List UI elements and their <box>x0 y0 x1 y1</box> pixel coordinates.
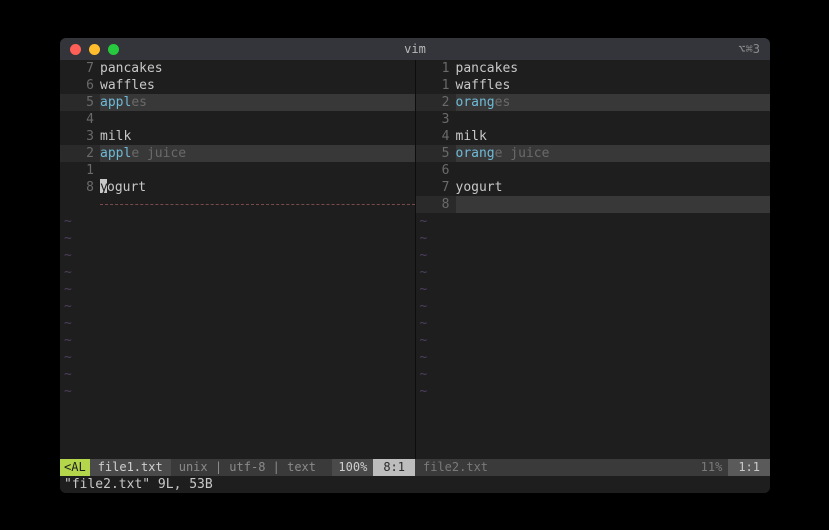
tilde-filler: ~ <box>416 247 771 264</box>
diff-highlight: orang <box>456 95 495 110</box>
line-text[interactable] <box>456 111 771 128</box>
statusbar-right: file2.txt 11% 1:1 <box>415 459 770 476</box>
mode-indicator: <AL <box>60 459 90 476</box>
tilde-filler: ~ <box>416 383 771 400</box>
line-text[interactable] <box>456 196 771 213</box>
line-number: 8 <box>60 179 100 196</box>
line-text[interactable]: milk <box>100 128 415 145</box>
tilde-filler: ~ <box>60 247 415 264</box>
diff-highlight: orang <box>456 146 495 161</box>
statusbar-left: <AL file1.txt unix | utf-8 | text 100% 8… <box>60 459 415 476</box>
tilde-filler: ~ <box>416 230 771 247</box>
position-left: 8:1 <box>373 459 415 476</box>
tilde-filler: ~ <box>60 213 415 230</box>
tilde-filler: ~ <box>60 264 415 281</box>
line-number: 1 <box>416 77 456 94</box>
terminal-window: vim ⌥⌘3 7pancakes6waffles5apples43milk2a… <box>60 38 770 493</box>
line-number: 6 <box>416 162 456 179</box>
tilde-filler: ~ <box>60 366 415 383</box>
tilde-filler: ~ <box>60 332 415 349</box>
tilde-filler: ~ <box>416 298 771 315</box>
tilde-filler: ~ <box>60 383 415 400</box>
line-number: 4 <box>60 111 100 128</box>
window-title: vim <box>60 41 770 58</box>
right-pane[interactable]: 1pancakes1waffles2oranges34milk5orange j… <box>416 60 771 459</box>
file-meta: unix | utf-8 | text <box>171 459 324 476</box>
command-line[interactable]: "file2.txt" 9L, 53B <box>60 476 770 493</box>
filename-right: file2.txt <box>415 459 496 476</box>
line-text[interactable]: apple juice <box>100 145 415 162</box>
percent-right: 11% <box>695 459 729 476</box>
line-text[interactable]: waffles <box>100 77 415 94</box>
line-number: 7 <box>60 60 100 77</box>
line-text[interactable] <box>456 162 771 179</box>
tilde-filler: ~ <box>60 315 415 332</box>
tilde-filler: ~ <box>416 366 771 383</box>
diff-highlight: appl <box>100 146 131 161</box>
line-number: 7 <box>416 179 456 196</box>
line-text[interactable]: yogurt <box>100 179 415 196</box>
line-number: 5 <box>60 94 100 111</box>
tilde-filler: ~ <box>416 332 771 349</box>
editor[interactable]: 7pancakes6waffles5apples43milk2apple jui… <box>60 60 770 493</box>
tilde-filler: ~ <box>60 281 415 298</box>
line-number: 3 <box>60 128 100 145</box>
tilde-filler: ~ <box>416 264 771 281</box>
tilde-filler: ~ <box>416 281 771 298</box>
line-text[interactable] <box>100 111 415 128</box>
position-right: 1:1 <box>728 459 770 476</box>
diff-filler <box>60 196 415 213</box>
line-text[interactable]: waffles <box>456 77 771 94</box>
line-text[interactable]: pancakes <box>456 60 771 77</box>
diff-highlight: appl <box>100 95 131 110</box>
line-number: 1 <box>416 60 456 77</box>
filename-left: file1.txt <box>90 459 171 476</box>
line-number: 1 <box>60 162 100 179</box>
tilde-filler: ~ <box>416 315 771 332</box>
line-number: 4 <box>416 128 456 145</box>
tilde-filler: ~ <box>416 349 771 366</box>
line-number: 6 <box>60 77 100 94</box>
line-number: 5 <box>416 145 456 162</box>
line-number: 8 <box>416 196 456 213</box>
tilde-filler: ~ <box>416 213 771 230</box>
tilde-filler: ~ <box>60 298 415 315</box>
percent-left: 100% <box>332 459 373 476</box>
line-number: 2 <box>416 94 456 111</box>
tilde-filler: ~ <box>60 230 415 247</box>
line-text[interactable] <box>100 162 415 179</box>
window-indicator: ⌥⌘3 <box>738 41 760 58</box>
line-text[interactable]: milk <box>456 128 771 145</box>
line-text[interactable]: yogurt <box>456 179 771 196</box>
line-text[interactable]: pancakes <box>100 60 415 77</box>
line-text[interactable]: orange juice <box>456 145 771 162</box>
tilde-filler: ~ <box>60 349 415 366</box>
line-text[interactable]: oranges <box>456 94 771 111</box>
cursor: y <box>100 179 107 193</box>
left-pane[interactable]: 7pancakes6waffles5apples43milk2apple jui… <box>60 60 416 459</box>
line-number: 2 <box>60 145 100 162</box>
titlebar: vim ⌥⌘3 <box>60 38 770 60</box>
line-text[interactable]: apples <box>100 94 415 111</box>
line-number: 3 <box>416 111 456 128</box>
